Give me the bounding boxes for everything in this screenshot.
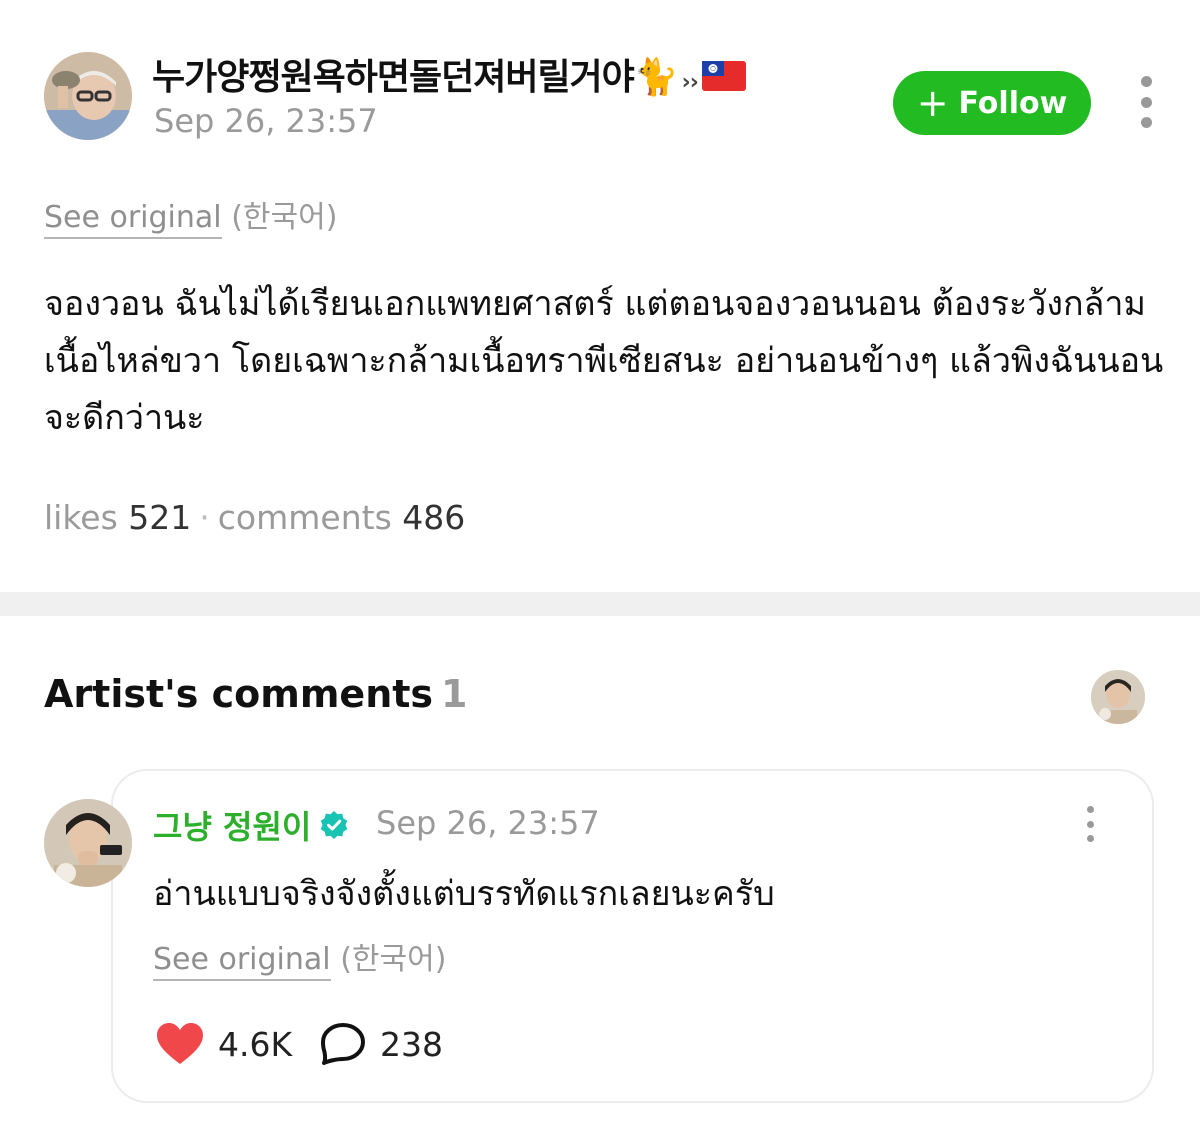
speech-bubble-icon [321, 1023, 365, 1065]
artist-comments-title: Artist's comments 1 [44, 672, 468, 716]
post-stats: likes 521 · comments 486 [44, 498, 465, 537]
comment-date: Sep 26, 23:57 [376, 804, 600, 842]
comment-see-original: See original (한국어) [153, 934, 447, 981]
heart-icon [157, 1023, 203, 1064]
post-date: Sep 26, 23:57 [154, 102, 378, 140]
likes-count: 521 [128, 498, 192, 537]
like-count: 4.6K [218, 1024, 293, 1064]
see-original-link[interactable]: See original [44, 200, 222, 239]
verified-check-icon [319, 810, 349, 840]
follow-button[interactable]: + Follow [893, 71, 1091, 135]
artist-comments-count: 1 [441, 672, 468, 716]
plus-icon: + [916, 81, 949, 125]
original-language: (한국어) [231, 200, 338, 235]
comments-label: comments [217, 498, 392, 537]
post-body: จองวอน ฉันไม่ได้เรียนเอกแพทยศาสตร์ แต่ตอ… [44, 284, 1164, 438]
author-name-text: 누가양쩡원욕하면돌던져버릴거야 [152, 57, 635, 98]
comment-more-icon[interactable] [1080, 806, 1100, 842]
comments-count[interactable]: 486 [402, 498, 465, 537]
reply-button[interactable]: 238 [320, 1022, 443, 1066]
comment-original-language: (한국어) [340, 942, 447, 977]
comment-author[interactable]: 그냥 정원이 [153, 802, 349, 848]
author-name[interactable]: 누가양쩡원욕하면돌던져버릴거야🐈 ›› [152, 48, 746, 100]
comment-see-original-link[interactable]: See original [153, 942, 331, 981]
author-name-suffix: ›› [681, 70, 699, 95]
comment-author-avatar[interactable] [44, 799, 132, 887]
cat-icon: 🐈 [633, 57, 679, 98]
artist-avatar-small[interactable] [1091, 670, 1145, 724]
comment-author-name: 그냥 정원이 [153, 808, 312, 846]
stats-separator: · [199, 498, 210, 537]
author-avatar[interactable] [44, 52, 132, 140]
taiwan-flag-icon [701, 59, 746, 100]
post-more-icon[interactable] [1134, 76, 1158, 128]
comment-text: อ่านแบบจริงจังตั้งแต่บรรทัดแรกเลยนะครับ [153, 874, 775, 914]
like-button[interactable]: 4.6K [156, 1022, 292, 1066]
post: 누가양쩡원욕하면돌던져버릴거야🐈 ›› Sep 26, 23:57 + Follo… [0, 0, 1200, 592]
follow-button-label: Follow [958, 85, 1068, 121]
reply-count: 238 [380, 1024, 443, 1064]
section-divider [0, 592, 1200, 616]
post-see-original: See original (한국어) [44, 192, 338, 239]
likes-label: likes [44, 498, 118, 537]
artist-comments-title-text: Artist's comments [44, 672, 434, 716]
